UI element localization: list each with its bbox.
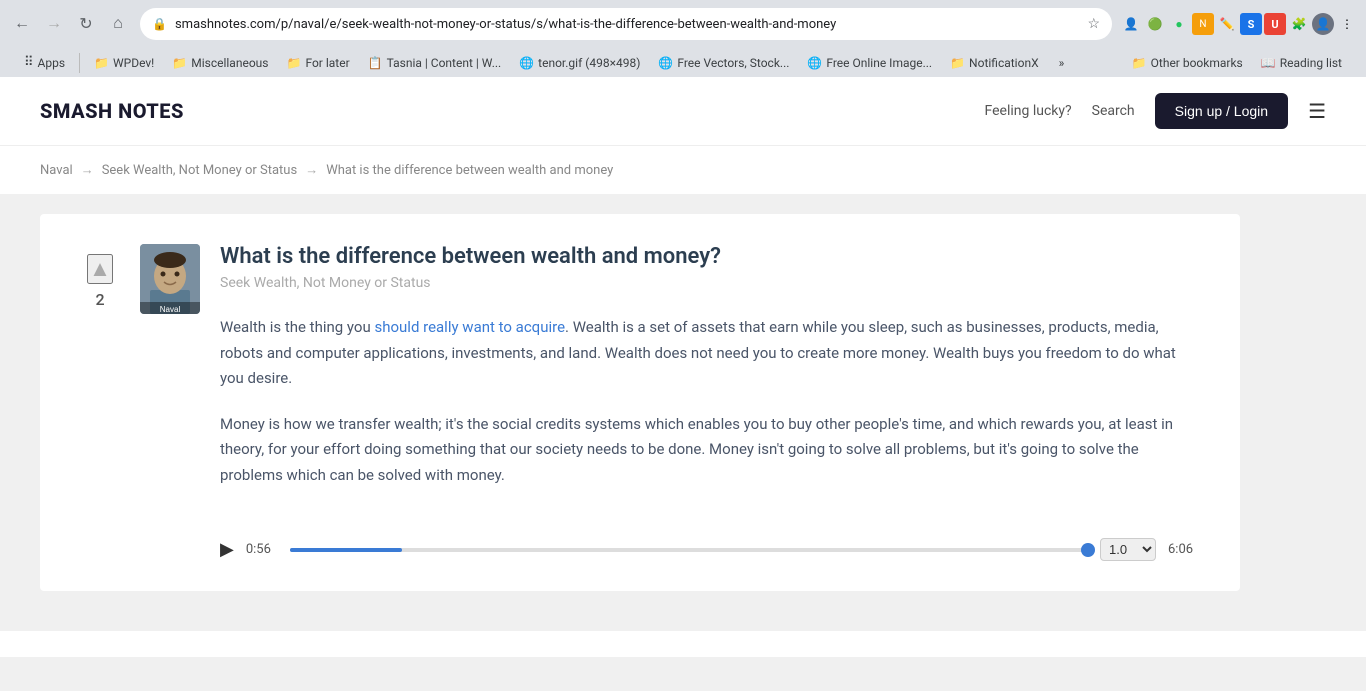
bookmark-label: Free Online Image... bbox=[826, 56, 932, 70]
bookmark-for-later[interactable]: 📁 For later bbox=[278, 53, 357, 73]
doc-icon: 📋 bbox=[368, 56, 383, 70]
url-text: smashnotes.com/p/naval/e/seek-wealth-not… bbox=[175, 17, 1079, 32]
post-row: ▲ 2 bbox=[80, 244, 1200, 561]
lock-icon: 🔒 bbox=[152, 17, 167, 31]
back-button[interactable]: ← bbox=[8, 10, 36, 38]
breadcrumb-sep-1: → bbox=[81, 162, 94, 178]
breadcrumb-sep-2: → bbox=[305, 162, 318, 178]
more-icon: » bbox=[1059, 56, 1065, 70]
folder-icon: 📁 bbox=[172, 56, 187, 70]
more-bookmarks-btn[interactable]: » bbox=[1051, 53, 1073, 73]
browser-toolbar: ← → ↻ ⌂ 🔒 smashnotes.com/p/naval/e/seek-… bbox=[8, 8, 1358, 40]
total-time: 6:06 bbox=[1168, 542, 1200, 557]
breadcrumb-wrapper: Naval → Seek Wealth, Not Money or Status… bbox=[0, 146, 1366, 194]
globe-icon: 🌐 bbox=[519, 56, 534, 70]
bookmark-label: For later bbox=[305, 56, 349, 70]
hamburger-menu-button[interactable]: ☰ bbox=[1308, 99, 1326, 124]
extension-puzzle[interactable]: 🧩 bbox=[1288, 13, 1310, 35]
avatar[interactable]: Naval bbox=[140, 244, 200, 314]
post-subtitle: Seek Wealth, Not Money or Status bbox=[220, 275, 1200, 291]
site-logo[interactable]: SMASH NOTES bbox=[40, 99, 184, 123]
other-bookmarks[interactable]: 📁 Other bookmarks bbox=[1124, 53, 1251, 73]
main-content: ▲ 2 bbox=[0, 194, 1366, 631]
bookmark-label: Miscellaneous bbox=[191, 56, 268, 70]
bookmark-free-online[interactable]: 🌐 Free Online Image... bbox=[799, 53, 940, 73]
hamburger-icon: ☰ bbox=[1308, 101, 1326, 123]
browser-chrome: ← → ↻ ⌂ 🔒 smashnotes.com/p/naval/e/seek-… bbox=[0, 0, 1366, 77]
breadcrumb-naval[interactable]: Naval bbox=[40, 163, 73, 178]
extension-pencil[interactable]: ✏️ bbox=[1216, 13, 1238, 35]
progress-knob bbox=[1081, 543, 1095, 557]
folder-icon: 📁 bbox=[1132, 56, 1147, 70]
folder-icon: 📁 bbox=[94, 56, 109, 70]
extension-red-u[interactable]: U bbox=[1264, 13, 1286, 35]
globe-icon: 🌐 bbox=[658, 56, 673, 70]
svg-text:Naval: Naval bbox=[160, 305, 181, 314]
bookmark-free-vectors[interactable]: 🌐 Free Vectors, Stock... bbox=[650, 53, 797, 73]
extension-blue-s[interactable]: S bbox=[1240, 13, 1262, 35]
search-link[interactable]: Search bbox=[1092, 103, 1135, 119]
bookmark-label: Free Vectors, Stock... bbox=[677, 56, 789, 70]
forward-button[interactable]: → bbox=[40, 10, 68, 38]
breadcrumb-seek-wealth[interactable]: Seek Wealth, Not Money or Status bbox=[102, 163, 298, 178]
address-bar[interactable]: 🔒 smashnotes.com/p/naval/e/seek-wealth-n… bbox=[140, 8, 1112, 40]
bookmark-label: Other bookmarks bbox=[1151, 56, 1243, 70]
post-paragraph-2: Money is how we transfer wealth; it's th… bbox=[220, 412, 1200, 489]
play-button[interactable]: ▶ bbox=[220, 539, 234, 560]
bookmark-wpdev[interactable]: 📁 WPDev! bbox=[86, 53, 162, 73]
signup-button[interactable]: Sign up / Login bbox=[1155, 93, 1288, 129]
current-time: 0:56 bbox=[246, 542, 278, 557]
avatar-section: Naval bbox=[140, 244, 200, 314]
post-title: What is the difference between wealth an… bbox=[220, 244, 1200, 269]
extension-green1[interactable]: 🟢 bbox=[1144, 13, 1166, 35]
bookmark-label: NotificationX bbox=[969, 56, 1039, 70]
home-button[interactable]: ⌂ bbox=[104, 10, 132, 38]
bookmark-notificationx[interactable]: 📁 NotificationX bbox=[942, 53, 1047, 73]
apps-grid-icon: ⠿ bbox=[24, 55, 34, 70]
progress-bar[interactable] bbox=[290, 548, 1088, 552]
site-header: SMASH NOTES Feeling lucky? Search Sign u… bbox=[0, 77, 1366, 146]
header-nav: Feeling lucky? Search Sign up / Login ☰ bbox=[985, 93, 1326, 129]
bookmark-label: Tasnia | Content | W... bbox=[387, 56, 502, 70]
reading-icon: 📖 bbox=[1261, 56, 1276, 70]
breadcrumb: Naval → Seek Wealth, Not Money or Status… bbox=[40, 162, 1326, 178]
bookmark-tasnia[interactable]: 📋 Tasnia | Content | W... bbox=[360, 53, 510, 73]
reload-button[interactable]: ↻ bbox=[72, 10, 100, 38]
vote-section: ▲ 2 bbox=[80, 244, 120, 309]
extension-green2[interactable]: ● bbox=[1168, 13, 1190, 35]
breadcrumb-current: What is the difference between wealth an… bbox=[326, 163, 613, 178]
play-icon: ▶ bbox=[220, 539, 234, 559]
user-avatar[interactable]: 👤 bbox=[1312, 13, 1334, 35]
post-paragraph-1: Wealth is the thing you should really wa… bbox=[220, 315, 1200, 392]
bookmark-label: tenor.gif (498×498) bbox=[538, 56, 640, 70]
bookmark-label: Reading list bbox=[1280, 56, 1342, 70]
feeling-lucky-link[interactable]: Feeling lucky? bbox=[985, 103, 1072, 119]
bookmark-label: WPDev! bbox=[113, 56, 154, 70]
post-content: What is the difference between wealth an… bbox=[220, 244, 1200, 561]
speed-select[interactable]: 0.5 0.75 1.0 1.25 1.5 2.0 bbox=[1100, 538, 1156, 561]
bookmarks-bar: ⠿ Apps 📁 WPDev! 📁 Miscellaneous 📁 For la… bbox=[8, 48, 1358, 77]
star-icon[interactable]: ☆ bbox=[1087, 16, 1100, 32]
page-wrapper: SMASH NOTES Feeling lucky? Search Sign u… bbox=[0, 77, 1366, 657]
reading-list[interactable]: 📖 Reading list bbox=[1253, 53, 1350, 73]
folder-icon: 📁 bbox=[286, 56, 301, 70]
extension-yellow[interactable]: N bbox=[1192, 13, 1214, 35]
bookmark-miscellaneous[interactable]: 📁 Miscellaneous bbox=[164, 53, 276, 73]
content-card: ▲ 2 bbox=[40, 214, 1240, 591]
more-menu-btn[interactable]: ⋮ bbox=[1336, 13, 1358, 35]
audio-player: ▶ 0:56 0.5 0.75 1.0 1.25 bbox=[220, 518, 1200, 561]
extension-profile[interactable]: 👤 bbox=[1120, 13, 1142, 35]
apps-label: Apps bbox=[38, 56, 66, 70]
progress-fill bbox=[290, 548, 402, 552]
vote-up-button[interactable]: ▲ bbox=[87, 254, 113, 284]
vote-count: 2 bbox=[95, 290, 104, 309]
upvote-icon: ▲ bbox=[89, 256, 111, 281]
bookmark-tenor[interactable]: 🌐 tenor.gif (498×498) bbox=[511, 53, 648, 73]
folder-icon: 📁 bbox=[950, 56, 965, 70]
apps-bookmark[interactable]: ⠿ Apps bbox=[16, 52, 73, 73]
globe-icon: 🌐 bbox=[807, 56, 822, 70]
